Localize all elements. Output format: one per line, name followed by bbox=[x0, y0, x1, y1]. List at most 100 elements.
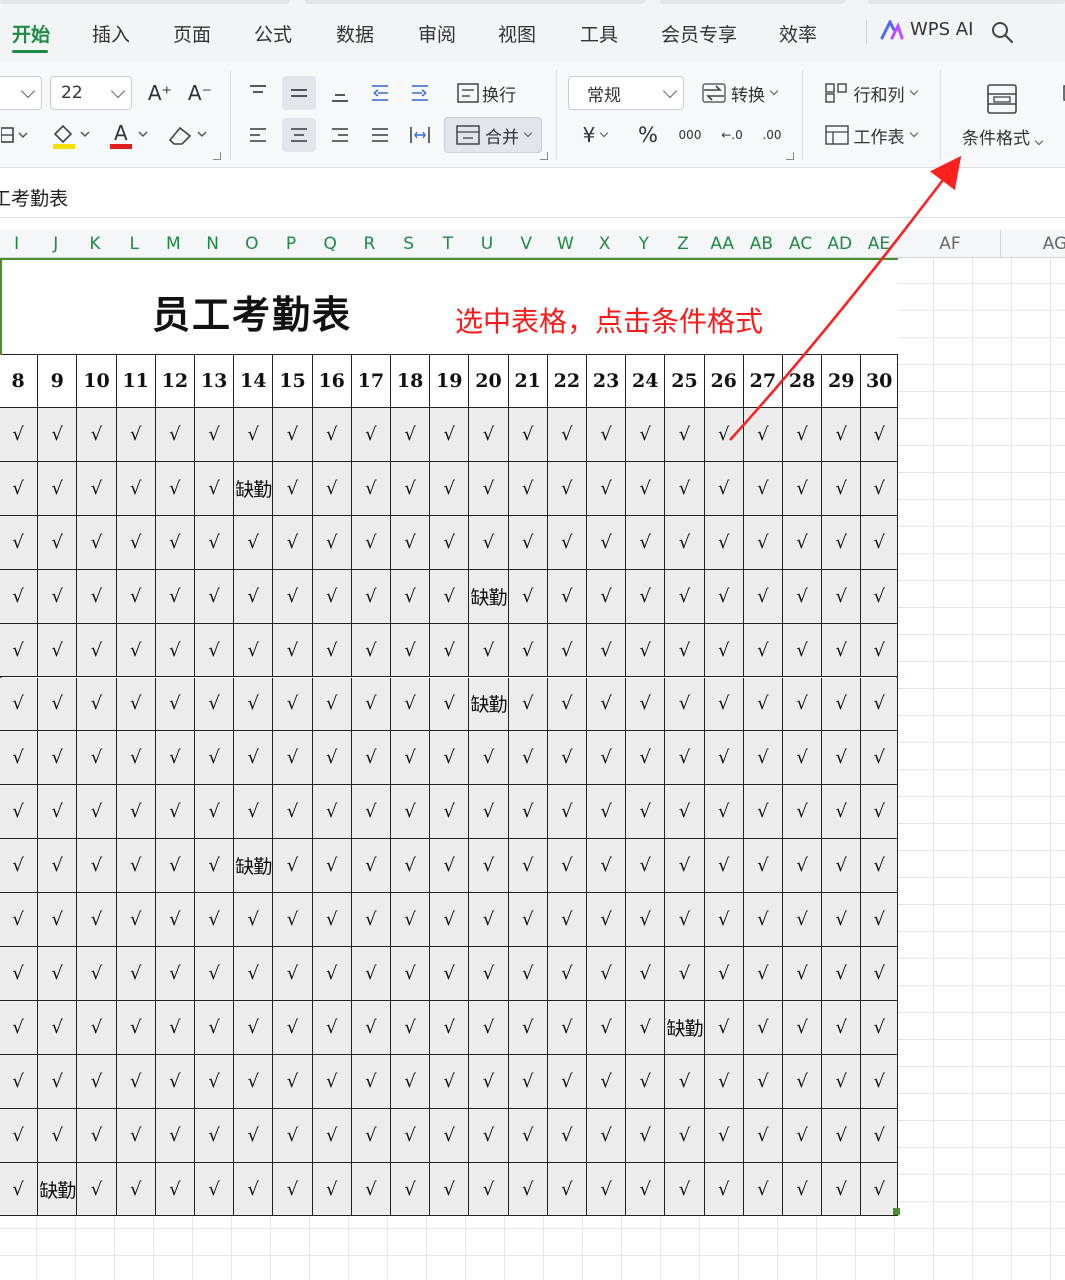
present-cell[interactable]: √ bbox=[665, 1162, 705, 1217]
present-cell[interactable]: √ bbox=[704, 1000, 744, 1055]
column-header-n[interactable]: N bbox=[193, 234, 232, 254]
increase-indent-button[interactable] bbox=[404, 76, 436, 110]
present-cell[interactable]: √ bbox=[234, 785, 274, 840]
column-header-s[interactable]: S bbox=[389, 234, 428, 254]
present-cell[interactable]: √ bbox=[861, 947, 898, 1001]
present-cell[interactable]: √ bbox=[391, 677, 431, 732]
present-cell[interactable]: √ bbox=[822, 839, 862, 894]
present-cell[interactable]: √ bbox=[391, 1000, 431, 1055]
present-cell[interactable]: √ bbox=[234, 1162, 274, 1217]
present-cell[interactable]: √ bbox=[508, 1108, 548, 1163]
present-cell[interactable]: √ bbox=[704, 1162, 744, 1217]
present-cell[interactable]: √ bbox=[351, 893, 391, 947]
present-cell[interactable]: √ bbox=[743, 408, 783, 462]
present-cell[interactable]: √ bbox=[195, 947, 235, 1001]
present-cell[interactable]: √ bbox=[743, 1054, 783, 1109]
present-cell[interactable]: √ bbox=[312, 515, 352, 570]
column-header-z[interactable]: Z bbox=[663, 234, 702, 254]
present-cell[interactable]: √ bbox=[273, 839, 313, 894]
present-cell[interactable]: √ bbox=[665, 1054, 705, 1109]
present-cell[interactable]: √ bbox=[743, 677, 783, 732]
present-cell[interactable]: √ bbox=[155, 1000, 195, 1055]
present-cell[interactable]: √ bbox=[195, 785, 235, 840]
present-cell[interactable]: √ bbox=[508, 623, 548, 678]
present-cell[interactable]: √ bbox=[430, 515, 470, 570]
present-cell[interactable]: √ bbox=[743, 515, 783, 570]
present-cell[interactable]: √ bbox=[547, 569, 587, 624]
present-cell[interactable]: √ bbox=[626, 947, 666, 1001]
spreadsheet-grid[interactable]: 员工考勤表 选中表格，点击条件格式 8 9 10 11 12 13 14 15 16 17 18 19… bbox=[0, 258, 1065, 1280]
present-cell[interactable]: √ bbox=[587, 731, 627, 786]
column-header-p[interactable]: P bbox=[271, 234, 310, 254]
present-cell[interactable]: √ bbox=[430, 461, 470, 516]
present-cell[interactable]: √ bbox=[861, 677, 898, 732]
present-cell[interactable]: √ bbox=[508, 731, 548, 786]
present-cell[interactable]: √ bbox=[77, 623, 117, 678]
present-cell[interactable]: √ bbox=[743, 839, 783, 894]
present-cell[interactable]: √ bbox=[704, 1108, 744, 1163]
column-header-ab[interactable]: AB bbox=[742, 234, 781, 254]
present-cell[interactable]: √ bbox=[351, 1108, 391, 1163]
present-cell[interactable]: √ bbox=[861, 731, 898, 786]
present-cell[interactable]: √ bbox=[665, 785, 705, 840]
tab-view[interactable]: 视图 bbox=[498, 20, 536, 47]
present-cell[interactable]: √ bbox=[116, 461, 156, 516]
absent-cell[interactable]: 缺勤 bbox=[665, 1000, 705, 1055]
present-cell[interactable]: √ bbox=[822, 408, 862, 462]
present-cell[interactable]: √ bbox=[155, 1162, 195, 1217]
present-cell[interactable]: √ bbox=[587, 461, 627, 516]
present-cell[interactable]: √ bbox=[312, 569, 352, 624]
day-header-cell[interactable]: 26 bbox=[704, 355, 744, 408]
present-cell[interactable]: √ bbox=[743, 731, 783, 786]
present-cell[interactable]: √ bbox=[234, 893, 274, 947]
present-cell[interactable]: √ bbox=[116, 1162, 156, 1217]
present-cell[interactable]: √ bbox=[469, 1000, 509, 1055]
day-header-cell[interactable]: 10 bbox=[77, 355, 117, 408]
present-cell[interactable]: √ bbox=[783, 947, 823, 1001]
present-cell[interactable]: √ bbox=[587, 785, 627, 840]
absent-cell[interactable]: 缺勤 bbox=[234, 461, 274, 516]
present-cell[interactable]: √ bbox=[704, 893, 744, 947]
present-cell[interactable]: √ bbox=[155, 785, 195, 840]
present-cell[interactable]: √ bbox=[822, 623, 862, 678]
present-cell[interactable]: √ bbox=[861, 1108, 898, 1163]
present-cell[interactable]: √ bbox=[547, 1108, 587, 1163]
present-cell[interactable]: √ bbox=[861, 408, 898, 462]
align-bottom-button[interactable] bbox=[324, 76, 356, 110]
present-cell[interactable]: √ bbox=[351, 1000, 391, 1055]
formula-content[interactable]: 工考勤表 bbox=[0, 184, 68, 211]
present-cell[interactable]: √ bbox=[547, 623, 587, 678]
day-header-cell[interactable]: 19 bbox=[430, 355, 470, 408]
present-cell[interactable]: √ bbox=[273, 785, 313, 840]
present-cell[interactable]: √ bbox=[430, 947, 470, 1001]
present-cell[interactable]: √ bbox=[155, 623, 195, 678]
present-cell[interactable]: √ bbox=[783, 785, 823, 840]
present-cell[interactable]: √ bbox=[351, 677, 391, 732]
present-cell[interactable]: √ bbox=[351, 1162, 391, 1217]
present-cell[interactable]: √ bbox=[391, 893, 431, 947]
present-cell[interactable]: √ bbox=[77, 785, 117, 840]
thousands-separator-button[interactable]: 000 bbox=[672, 118, 708, 152]
present-cell[interactable]: √ bbox=[38, 569, 78, 624]
present-cell[interactable]: √ bbox=[391, 1108, 431, 1163]
present-cell[interactable]: √ bbox=[469, 1162, 509, 1217]
present-cell[interactable]: √ bbox=[547, 1162, 587, 1217]
present-cell[interactable]: √ bbox=[626, 839, 666, 894]
present-cell[interactable]: √ bbox=[391, 515, 431, 570]
present-cell[interactable]: √ bbox=[312, 1054, 352, 1109]
present-cell[interactable]: √ bbox=[351, 461, 391, 516]
present-cell[interactable]: √ bbox=[116, 947, 156, 1001]
present-cell[interactable]: √ bbox=[743, 893, 783, 947]
attendance-table-selection[interactable]: 员工考勤表 选中表格，点击条件格式 8 9 10 11 12 13 14 15 16 17 18 19… bbox=[0, 258, 898, 1217]
present-cell[interactable]: √ bbox=[38, 1054, 78, 1109]
present-cell[interactable]: √ bbox=[155, 677, 195, 732]
present-cell[interactable]: √ bbox=[822, 1108, 862, 1163]
number-group-launcher-icon[interactable] bbox=[786, 152, 794, 160]
present-cell[interactable]: √ bbox=[234, 1108, 274, 1163]
present-cell[interactable]: √ bbox=[626, 1054, 666, 1109]
present-cell[interactable]: √ bbox=[861, 839, 898, 894]
font-shrink-button[interactable]: A⁻ bbox=[185, 78, 215, 108]
present-cell[interactable]: √ bbox=[155, 839, 195, 894]
present-cell[interactable]: √ bbox=[155, 893, 195, 947]
present-cell[interactable]: √ bbox=[351, 731, 391, 786]
